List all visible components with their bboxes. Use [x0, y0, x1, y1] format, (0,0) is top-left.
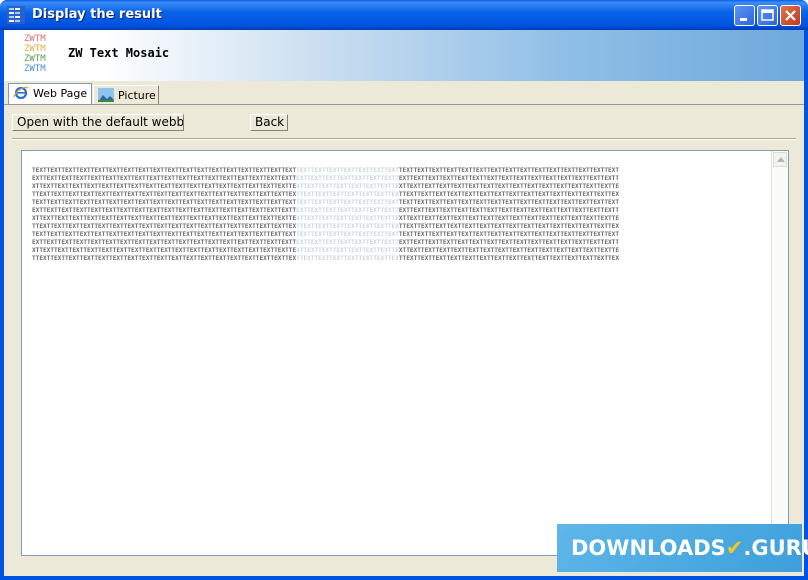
tab-divider: [4, 104, 804, 105]
logo-line: ZWTM: [24, 44, 46, 54]
minimize-icon: [740, 18, 747, 21]
mosaic-row: TTEXTTEXTTEXTTEXTTEXTTEXTTEXTTEXTTEXTTEX…: [32, 191, 620, 198]
logo-line: ZWTM: [24, 34, 46, 44]
maximize-icon: [761, 9, 774, 21]
watermark: DOWNLOADS✔.GURU: [557, 524, 808, 572]
window-title: Display the result: [32, 7, 162, 22]
mosaic-row: TEXTTEXTTEXTTEXTTEXTTEXTTEXTTEXTTEXTTEXT…: [32, 231, 620, 238]
web-page-view[interactable]: TEXTTEXTTEXTTEXTTEXTTEXTTEXTTEXTTEXTTEXT…: [21, 150, 789, 556]
app-window: Display the result ZWTM ZWTM ZWTM ZWTM Z…: [0, 0, 808, 580]
logo-line: ZWTM: [24, 54, 46, 64]
tab-picture[interactable]: Picture: [93, 85, 159, 104]
mosaic-row: TEXTTEXTTEXTTEXTTEXTTEXTTEXTTEXTTEXTTEXT…: [32, 199, 620, 206]
zwtm-logo: ZWTM ZWTM ZWTM ZWTM: [24, 34, 58, 74]
zwtm-app-icon: [7, 6, 25, 24]
mosaic-row: TTEXTTEXTTEXTTEXTTEXTTEXTTEXTTEXTTEXTTEX…: [32, 223, 620, 230]
tab-strip: Web Page Picture: [4, 83, 804, 105]
banner-title: ZW Text Mosaic: [68, 46, 170, 60]
vertical-scrollbar[interactable]: [771, 151, 788, 555]
mosaic-row: EXTTEXTTEXTTEXTTEXTTEXTTEXTTEXTTEXTTEXTT…: [32, 207, 620, 214]
minimize-button[interactable]: [734, 5, 755, 26]
text-mosaic-output: TEXTTEXTTEXTTEXTTEXTTEXTTEXTTEXTTEXTTEXT…: [32, 167, 662, 263]
tab-web-page[interactable]: Web Page: [8, 83, 92, 104]
mosaic-row: EXTTEXTTEXTTEXTTEXTTEXTTEXTTEXTTEXTTEXTT…: [32, 239, 620, 246]
mosaic-row: EXTTEXTTEXTTEXTTEXTTEXTTEXTTEXTTEXTTEXTT…: [32, 175, 620, 182]
close-button[interactable]: [780, 5, 801, 26]
open-in-browser-button[interactable]: Open with the default webbrowser: [12, 114, 184, 131]
scroll-up-button[interactable]: [773, 152, 787, 167]
mosaic-row: XTTEXTTEXTTEXTTEXTTEXTTEXTTEXTTEXTTEXTTE…: [32, 183, 620, 190]
logo-line: ZWTM: [24, 64, 46, 74]
mosaic-row: TEXTTEXTTEXTTEXTTEXTTEXTTEXTTEXTTEXTTEXT…: [32, 167, 620, 174]
tab-label: Web Page: [33, 87, 88, 100]
landscape-picture-icon: [98, 88, 114, 102]
header-banner: ZWTM ZWTM ZWTM ZWTM ZW Text Mosaic: [4, 30, 804, 81]
mosaic-row: XTTEXTTEXTTEXTTEXTTEXTTEXTTEXTTEXTTEXTTE…: [32, 215, 620, 222]
client-area: ZWTM ZWTM ZWTM ZWTM ZW Text Mosaic Web P…: [4, 30, 808, 576]
tab-label: Picture: [118, 89, 156, 102]
mosaic-row: TTEXTTEXTTEXTTEXTTEXTTEXTTEXTTEXTTEXTTEX…: [32, 255, 620, 262]
ie-icon: [13, 86, 29, 100]
mosaic-row: XTTEXTTEXTTEXTTEXTTEXTTEXTTEXTTEXTTEXTTE…: [32, 247, 620, 254]
watermark-text: DOWNLOADS: [571, 536, 726, 560]
back-button[interactable]: Back: [250, 114, 288, 131]
separator: [12, 138, 796, 140]
close-icon: [785, 10, 796, 21]
watermark-check-icon: ✔: [725, 536, 744, 560]
title-bar[interactable]: Display the result: [0, 0, 808, 30]
maximize-button[interactable]: [757, 5, 778, 26]
watermark-suffix: .GURU: [743, 536, 808, 560]
